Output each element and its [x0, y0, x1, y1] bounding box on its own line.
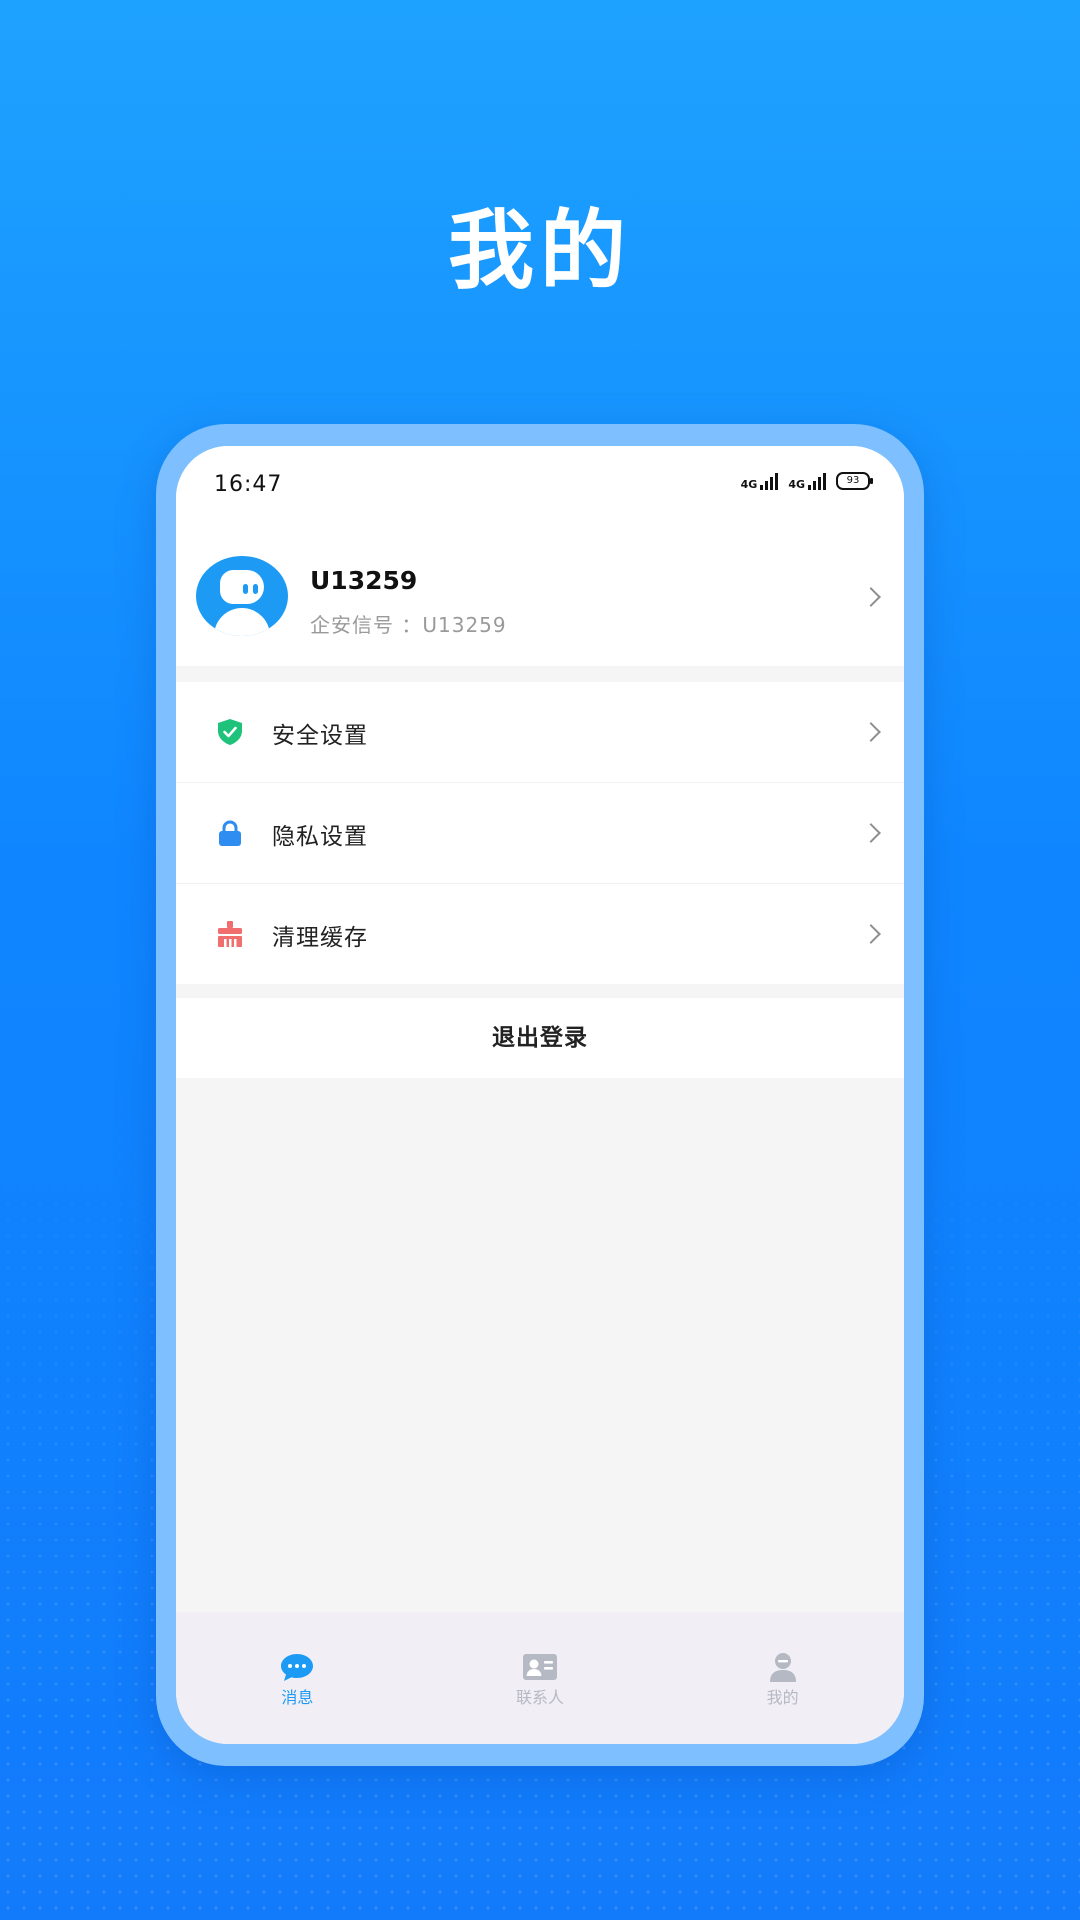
shield-check-icon	[218, 719, 242, 745]
chevron-right-icon	[861, 722, 881, 742]
logout-button[interactable]: 退出登录	[176, 998, 904, 1078]
signal-strength-icon-2: 4G	[788, 472, 826, 490]
signal-strength-icon: 4G	[741, 472, 779, 490]
phone-frame: 16:47 4G 4G 93 U13259 企安信号 ：U13259 安全设置 …	[156, 424, 924, 1766]
tab-label: 我的	[766, 1688, 799, 1707]
signal-label: 4G	[740, 478, 758, 491]
broom-icon	[218, 921, 242, 947]
profile-id: 企安信号 ：U13259	[310, 613, 507, 637]
menu-item-label: 隐私设置	[272, 824, 368, 850]
tab-mine[interactable]: 我的	[661, 1612, 904, 1744]
chevron-right-icon	[861, 823, 881, 843]
contact-card-icon	[523, 1654, 557, 1680]
bottom-tab-bar: 消息 联系人 我的	[176, 1612, 904, 1744]
menu-item-security[interactable]: 安全设置	[176, 682, 904, 783]
chevron-right-icon	[861, 587, 881, 607]
battery-icon: 93	[836, 472, 873, 490]
menu-item-label: 安全设置	[272, 723, 368, 749]
menu-item-label: 清理缓存	[272, 925, 368, 951]
lock-icon	[219, 820, 241, 846]
settings-menu: 安全设置 隐私设置 清理缓存	[176, 682, 904, 984]
profile-name: U13259	[310, 566, 418, 595]
status-icons: 4G 4G 93	[741, 472, 873, 490]
status-time: 16:47	[214, 472, 283, 497]
menu-item-privacy[interactable]: 隐私设置	[176, 783, 904, 884]
promo-title: 我的	[448, 201, 632, 301]
chevron-right-icon	[861, 924, 881, 944]
menu-item-clear-cache[interactable]: 清理缓存	[176, 884, 904, 984]
person-icon	[769, 1653, 796, 1682]
phone-screen: 16:47 4G 4G 93 U13259 企安信号 ：U13259 安全设置 …	[176, 446, 904, 1744]
chat-bubble-icon	[281, 1654, 314, 1681]
tab-contacts[interactable]: 联系人	[419, 1612, 662, 1744]
tab-label: 消息	[281, 1688, 314, 1707]
signal-label-2: 4G	[788, 478, 805, 491]
status-bar: 16:47 4G 4G 93	[176, 446, 904, 526]
tab-messages[interactable]: 消息	[176, 1612, 419, 1744]
tab-label: 联系人	[516, 1688, 565, 1707]
profile-card[interactable]: U13259 企安信号 ：U13259	[176, 526, 904, 666]
avatar	[196, 556, 288, 636]
